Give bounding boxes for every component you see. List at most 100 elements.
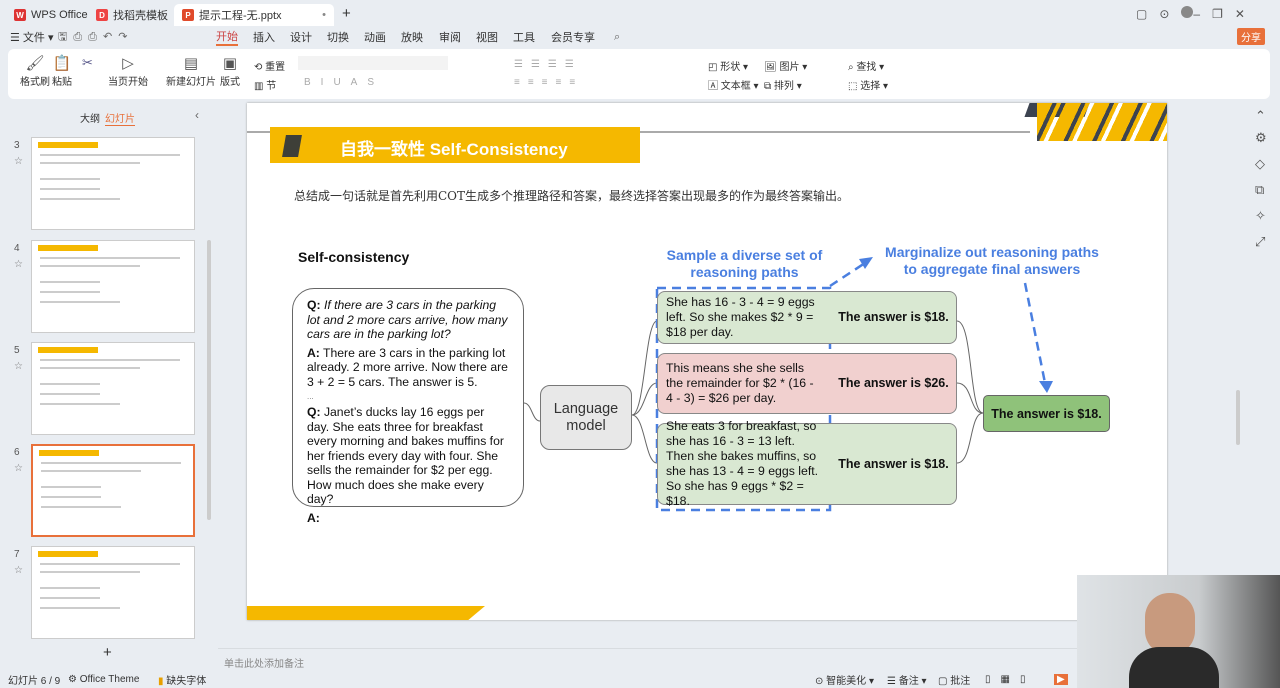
star-icon[interactable]: ☆ (14, 463, 23, 474)
prompt-q2: Q: Janet’s ducks lay 16 eggs per day. Sh… (307, 405, 509, 507)
find-button[interactable]: ⌕ 查找 ▾ (848, 58, 884, 73)
quick-access-toolbar[interactable]: 🖫⎙⎙↶↷ (58, 28, 133, 47)
copy-icon[interactable]: ⧉ (1255, 182, 1264, 198)
notes-input[interactable]: 单击此处添加备注 (218, 648, 1078, 670)
slide-counter: 幻灯片 6 / 9 (8, 675, 61, 687)
menu-tab-design[interactable]: 设计 (290, 29, 312, 45)
shape-style-icon[interactable]: ◇ (1255, 156, 1265, 172)
menu-tab-transition[interactable]: 切换 (327, 29, 349, 45)
paragraph-buttons[interactable]: ☰☰☰☰ (514, 59, 582, 70)
menu-tab-animation[interactable]: 动画 (364, 29, 386, 45)
star-icon[interactable]: ☆ (14, 565, 23, 576)
menu-tab-member[interactable]: 会员专享 (551, 29, 595, 45)
layout-icon: ▢ (1136, 7, 1160, 21)
theme-indicator[interactable]: ⚙ Office Theme (68, 674, 139, 685)
presenter-body (1129, 647, 1219, 688)
paste-button[interactable]: 📋 粘贴 (52, 55, 72, 88)
properties-icon[interactable]: ⚙ (1255, 130, 1267, 146)
add-slide-button[interactable]: + (103, 644, 112, 661)
tab-templates[interactable]: D 找稻壳模板 (88, 4, 176, 26)
sample-label: Sample a diverse set of reasoning paths (666, 247, 823, 280)
arrange-button[interactable]: ⧉ 排列 ▾ (764, 77, 802, 92)
missing-font-button[interactable]: ▮ 缺失字体 (158, 672, 206, 687)
collapse-panel-icon[interactable]: ‹ (195, 108, 199, 122)
tab-slides[interactable]: 幻灯片 (105, 110, 135, 126)
star-icon[interactable]: ☆ (14, 259, 23, 270)
wps-logo-icon: W (14, 9, 26, 21)
search-icon[interactable]: ⌕ (614, 31, 620, 44)
slide-thumbnail[interactable] (31, 342, 195, 435)
notes-placeholder: 单击此处添加备注 (224, 659, 304, 670)
play-from-current-button[interactable]: ▷ 当页开始 (108, 55, 148, 88)
menu-tab-tools[interactable]: 工具 (513, 29, 535, 45)
language-model-box: Language model (540, 385, 632, 450)
q2-text: Janet’s ducks lay 16 eggs per day. She e… (307, 405, 504, 506)
slide-thumbnail[interactable] (31, 137, 195, 230)
layout-button[interactable]: ▣ 版式 (220, 55, 240, 88)
label: 新建幻灯片 (166, 77, 216, 88)
slide-thumbnail[interactable] (31, 240, 195, 333)
reasoning-path-3: She eats 3 for breakfast, so she has 16 … (657, 419, 957, 508)
menu-tab-review[interactable]: 审阅 (439, 29, 461, 45)
file-menu[interactable]: ☰ 文件 ▾ (10, 29, 54, 45)
slide-scrollbar[interactable] (1236, 390, 1240, 445)
new-tab-button[interactable]: + (342, 5, 351, 22)
label: 形状 (720, 62, 741, 73)
slide-number: 4 (14, 243, 20, 254)
slide-number: 6 (14, 447, 20, 458)
new-slide-button[interactable]: ▤ 新建幻灯片 (166, 55, 216, 88)
panel-scrollbar[interactable] (207, 240, 211, 520)
prompt-a1: A: There are 3 cars in the parking lot a… (307, 346, 509, 390)
format-painter-button[interactable]: 🖌 格式刷 (20, 55, 50, 88)
animation-icon[interactable]: ✧ (1255, 208, 1266, 224)
skin-icon: ⊙ (1159, 7, 1182, 21)
menu-tab-insert[interactable]: 插入 (253, 29, 275, 45)
cut-icon[interactable]: ✂ (82, 55, 93, 71)
path-reasoning: She has 16 - 3 - 4 = 9 eggs left. So she… (666, 295, 815, 339)
tab-pptx[interactable]: P 提示工程-无.pptx • (174, 4, 334, 26)
star-icon[interactable]: ☆ (14, 156, 23, 167)
close-tab-icon[interactable]: • (322, 9, 326, 21)
reset-button[interactable]: ⟲ 重置 (254, 58, 285, 73)
view-mode-buttons[interactable]: ▯▦▯ (985, 674, 1035, 685)
collapse-icon[interactable]: ⌃ (1255, 108, 1266, 124)
label: 文本框 (720, 81, 751, 92)
label: 排列 (773, 81, 794, 92)
slide-thumbnail[interactable] (31, 546, 195, 639)
menu-tab-slideshow[interactable]: 放映 (401, 29, 423, 45)
expand-icon[interactable]: ⤢ (1255, 234, 1265, 250)
align-buttons[interactable]: ≡≡≡≡≡ (514, 77, 583, 88)
window-controls[interactable]: ▢⊙ –❐✕ (1136, 6, 1257, 21)
path-answer: The answer is $26. (838, 376, 949, 390)
shape-button[interactable]: ◰ 形状 ▾ (708, 58, 748, 73)
label: 版式 (220, 77, 240, 88)
notes-button[interactable]: ☰ 备注 ▾ (887, 672, 927, 687)
comments-button[interactable]: ▢ 批注 (938, 672, 970, 687)
label: 重置 (265, 62, 286, 73)
picture-button[interactable]: 🖼 图片 ▾ (764, 58, 807, 73)
star-icon[interactable]: ☆ (14, 361, 23, 372)
section-button[interactable]: ▥ 节 (254, 77, 276, 92)
ellipsis: ... (307, 392, 314, 401)
slide-thumbnail[interactable] (31, 444, 195, 537)
menu-tab-view[interactable]: 视图 (476, 29, 498, 45)
tab-outline[interactable]: 大纲 (80, 110, 100, 125)
tab-wps-office[interactable]: W WPS Office (6, 4, 96, 26)
label: 粘贴 (52, 77, 72, 88)
font-style-buttons[interactable]: BIUAS (304, 77, 384, 88)
play-slideshow-button[interactable]: ▶ (1054, 673, 1068, 685)
path-reasoning: She eats 3 for breakfast, so she has 16 … (666, 419, 819, 508)
textbox-button[interactable]: 🄰 文本框 ▾ (708, 77, 759, 92)
slide-canvas[interactable]: 自我一致性 Self-Consistency 总结成一句话就是首先利用COT生成… (247, 103, 1167, 620)
ribbon-toolbar: 🖌 格式刷 📋 粘贴 ✂ ▷ 当页开始 ▤ 新建幻灯片 ▣ 版式 ⟲ 重置 ▥ 节 BIU… (8, 49, 1270, 99)
font-select[interactable] (298, 56, 448, 70)
path-answer: The answer is $18. (838, 456, 949, 471)
beautify-button[interactable]: ⊙ 智能美化 ▾ (815, 672, 874, 687)
restore-icon: ❐ (1212, 7, 1235, 21)
a-label: A: (307, 345, 320, 360)
menu-tab-home[interactable]: 开始 (216, 28, 238, 46)
label: 缺失字体 (166, 675, 207, 687)
prompt-q1: Q: If there are 3 cars in the parking lo… (307, 298, 509, 342)
close-icon: ✕ (1234, 7, 1257, 21)
select-button[interactable]: ⬚ 选择 ▾ (848, 77, 888, 92)
